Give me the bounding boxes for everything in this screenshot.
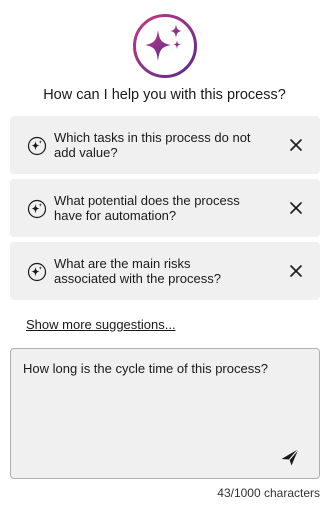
suggestion-list: Which tasks in this process do not add v…: [10, 116, 320, 305]
suggestion-line: What are the main risks: [54, 256, 191, 271]
suggestion-line: have for automation?: [54, 208, 177, 223]
close-icon[interactable]: [288, 137, 304, 153]
suggestion-line: associated with the process?: [54, 271, 221, 286]
assistant-logo: [132, 13, 198, 79]
suggestion-line: add value?: [54, 145, 118, 160]
suggestion-card[interactable]: What are the main risks associated with …: [10, 242, 320, 300]
sparkles-icon: [133, 14, 197, 78]
close-icon[interactable]: [288, 200, 304, 216]
show-more-suggestions-link[interactable]: Show more suggestions...: [26, 317, 176, 333]
prompt-input[interactable]: How long is the cycle time of this proce…: [23, 361, 268, 441]
sparkle-icon: [27, 136, 47, 156]
prompt-input-box: How long is the cycle time of this proce…: [10, 348, 320, 479]
suggestion-text: What are the main risks associated with …: [54, 256, 274, 286]
send-icon[interactable]: [279, 446, 301, 468]
suggestion-line: What potential does the process: [54, 193, 240, 208]
character-counter: 43/1000 characters: [217, 486, 320, 500]
suggestion-card[interactable]: Which tasks in this process do not add v…: [10, 116, 320, 174]
sparkle-icon: [27, 262, 47, 282]
close-icon[interactable]: [288, 263, 304, 279]
suggestion-text: Which tasks in this process do not add v…: [54, 130, 274, 160]
suggestion-text: What potential does the process have for…: [54, 193, 274, 223]
suggestion-line: Which tasks in this process do not: [54, 130, 251, 145]
assistant-heading: How can I help you with this process?: [43, 87, 286, 103]
suggestion-card[interactable]: What potential does the process have for…: [10, 179, 320, 237]
sparkle-icon: [27, 199, 47, 219]
